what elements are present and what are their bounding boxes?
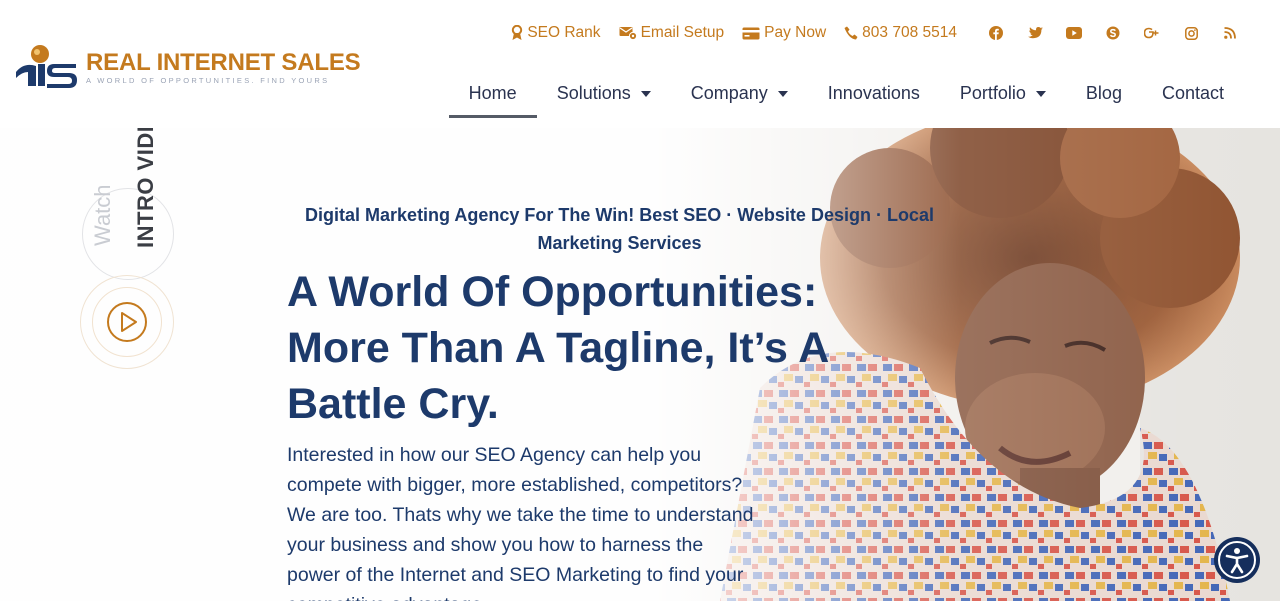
caret-down-icon	[640, 91, 651, 97]
phone-label: 803 708 5514	[862, 24, 957, 41]
accessibility-icon	[1218, 541, 1256, 579]
instagram-icon[interactable]	[1181, 23, 1201, 43]
award-icon	[512, 25, 523, 40]
nav-home[interactable]: Home	[448, 68, 537, 118]
intro-video-label: INTRO VIDEO	[133, 128, 158, 248]
nav-solutions[interactable]: Solutions	[537, 68, 671, 118]
seo-rank-label: SEO Rank	[527, 24, 601, 41]
nav-company-label: Company	[690, 82, 768, 103]
logo-title: REAL INTERNET SALES	[86, 49, 361, 76]
envelope-gear-icon	[619, 27, 637, 40]
top-bar: SEO Rank Email Setup Pay Now 803 708 551…	[493, 22, 1240, 44]
site-header: REAL INTERNET SALES A WORLD OF OPPORTUNI…	[0, 0, 1280, 128]
logo-mark	[14, 42, 80, 94]
hero-body: Interested in how our SEO Agency can hel…	[287, 444, 754, 601]
social-links	[967, 23, 1240, 43]
watch-label: Watch	[90, 184, 115, 246]
logo-tagline: A WORLD OF OPPORTUNITIES. FIND YOURS	[86, 76, 330, 85]
hero-section: Watch INTRO VIDEO Digital Marketing Agen…	[0, 128, 1280, 601]
nav-solutions-label: Solutions	[556, 82, 631, 103]
youtube-icon[interactable]	[1064, 23, 1084, 43]
main-nav: Home Solutions Company Innovations Portf…	[448, 68, 1244, 118]
play-button-ring	[92, 287, 162, 357]
caret-down-icon	[1035, 91, 1046, 97]
nav-home-label: Home	[468, 82, 517, 103]
pay-now-link[interactable]: Pay Now	[742, 24, 826, 42]
nav-contact[interactable]: Contact	[1142, 68, 1244, 118]
accessibility-button[interactable]	[1214, 537, 1260, 583]
email-setup-label: Email Setup	[640, 24, 725, 41]
play-icon	[107, 302, 147, 342]
phone-link[interactable]: 803 708 5514	[844, 24, 957, 42]
seo-rank-link[interactable]: SEO Rank	[511, 24, 601, 42]
nav-company[interactable]: Company	[671, 68, 808, 118]
email-setup-link[interactable]: Email Setup	[619, 24, 725, 42]
nav-portfolio[interactable]: Portfolio	[940, 68, 1066, 118]
facebook-icon[interactable]	[986, 23, 1006, 43]
nav-blog[interactable]: Blog	[1066, 68, 1142, 118]
hero-subheadline: Digital Marketing Agency For The Win! Be…	[305, 205, 934, 253]
phone-icon	[844, 26, 858, 40]
pay-now-label: Pay Now	[764, 24, 827, 41]
logo[interactable]: REAL INTERNET SALES A WORLD OF OPPORTUNI…	[14, 42, 374, 94]
nav-portfolio-label: Portfolio	[959, 82, 1026, 103]
nav-innovations-label: Innovations	[827, 82, 920, 103]
nav-innovations[interactable]: Innovations	[808, 68, 940, 118]
credit-card-icon	[742, 27, 760, 39]
nav-blog-label: Blog	[1085, 82, 1122, 103]
nav-contact-label: Contact	[1161, 82, 1224, 103]
google-plus-icon[interactable]	[1142, 23, 1162, 43]
rss-icon[interactable]	[1220, 23, 1240, 43]
hero-headline: A World Of Opportunities: More Than A Ta…	[287, 268, 828, 428]
twitter-icon[interactable]	[1025, 23, 1045, 43]
caret-down-icon	[777, 91, 788, 97]
play-video-button[interactable]	[80, 275, 174, 369]
skype-icon[interactable]	[1103, 23, 1123, 43]
